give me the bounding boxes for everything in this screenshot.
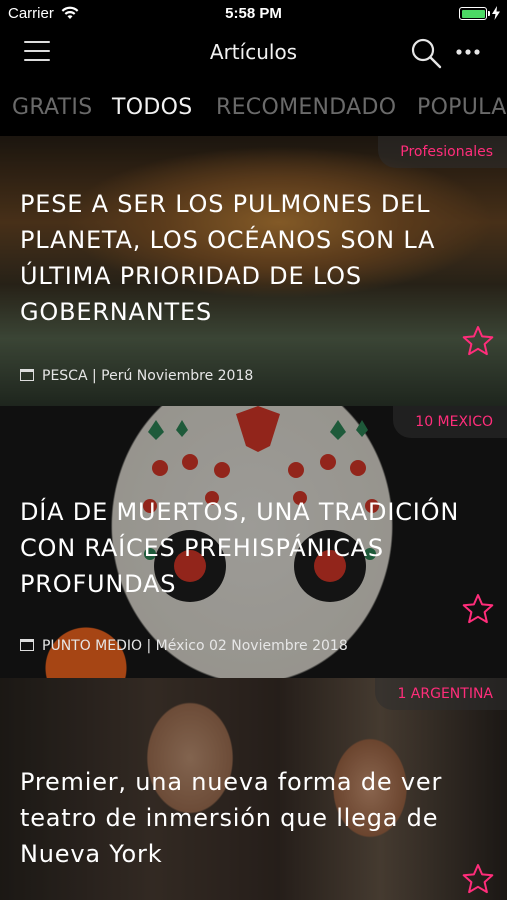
article-meta: PUNTO MEDIO | México 02 Noviembre 2018 bbox=[20, 638, 348, 654]
article-tag: 10 MEXICO bbox=[393, 406, 507, 438]
article-title: Premier, una nueva forma de ver teatro d… bbox=[20, 768, 443, 868]
category-tabs: GRATIS TODOS RECOMENDADO POPULAR bbox=[0, 80, 507, 136]
article-title: PESE A SER LOS PULMONES DEL PLANETA, LOS… bbox=[20, 190, 436, 326]
article-card[interactable]: 1 ARGENTINA Premier, una nueva forma de … bbox=[0, 678, 507, 900]
article-meta-text: PUNTO MEDIO | México 02 Noviembre 2018 bbox=[42, 638, 348, 654]
favorite-star-icon[interactable] bbox=[462, 593, 494, 625]
search-icon[interactable] bbox=[409, 36, 443, 70]
article-meta-text: PESCA | Perú Noviembre 2018 bbox=[42, 368, 254, 384]
article-tag: 1 ARGENTINA bbox=[375, 678, 507, 710]
article-meta: PESCA | Perú Noviembre 2018 bbox=[20, 368, 253, 384]
article-card[interactable]: Profesionales PESE A SER LOS PULMONES DE… bbox=[0, 136, 507, 406]
article-card[interactable]: 10 MEXICO DÍA DE MUERTOS, UNA TRADICIÓN … bbox=[0, 406, 507, 678]
tab-gratis[interactable]: GRATIS bbox=[12, 95, 92, 120]
tab-popular[interactable]: POPULAR bbox=[417, 95, 507, 120]
battery-icon bbox=[459, 7, 490, 20]
article-tag: Profesionales bbox=[378, 136, 507, 168]
calendar-icon bbox=[20, 639, 34, 651]
tab-todos[interactable]: TODOS bbox=[112, 95, 192, 120]
status-time: 5:58 PM bbox=[225, 5, 282, 22]
status-bar: Carrier 5:58 PM bbox=[0, 0, 507, 28]
more-dots-icon[interactable] bbox=[454, 42, 482, 62]
navigation-bar: Artículos bbox=[0, 28, 507, 80]
favorite-star-icon[interactable] bbox=[462, 863, 494, 895]
charging-bolt-icon bbox=[492, 6, 500, 20]
calendar-icon bbox=[20, 369, 34, 381]
hamburger-menu-icon[interactable] bbox=[24, 41, 50, 65]
battery-fill bbox=[461, 9, 485, 18]
favorite-star-icon[interactable] bbox=[462, 325, 494, 357]
article-title: DÍA DE MUERTOS, UNA TRADICIÓN CON RAÍCES… bbox=[20, 498, 460, 598]
tab-recomendado[interactable]: RECOMENDADO bbox=[216, 95, 396, 120]
